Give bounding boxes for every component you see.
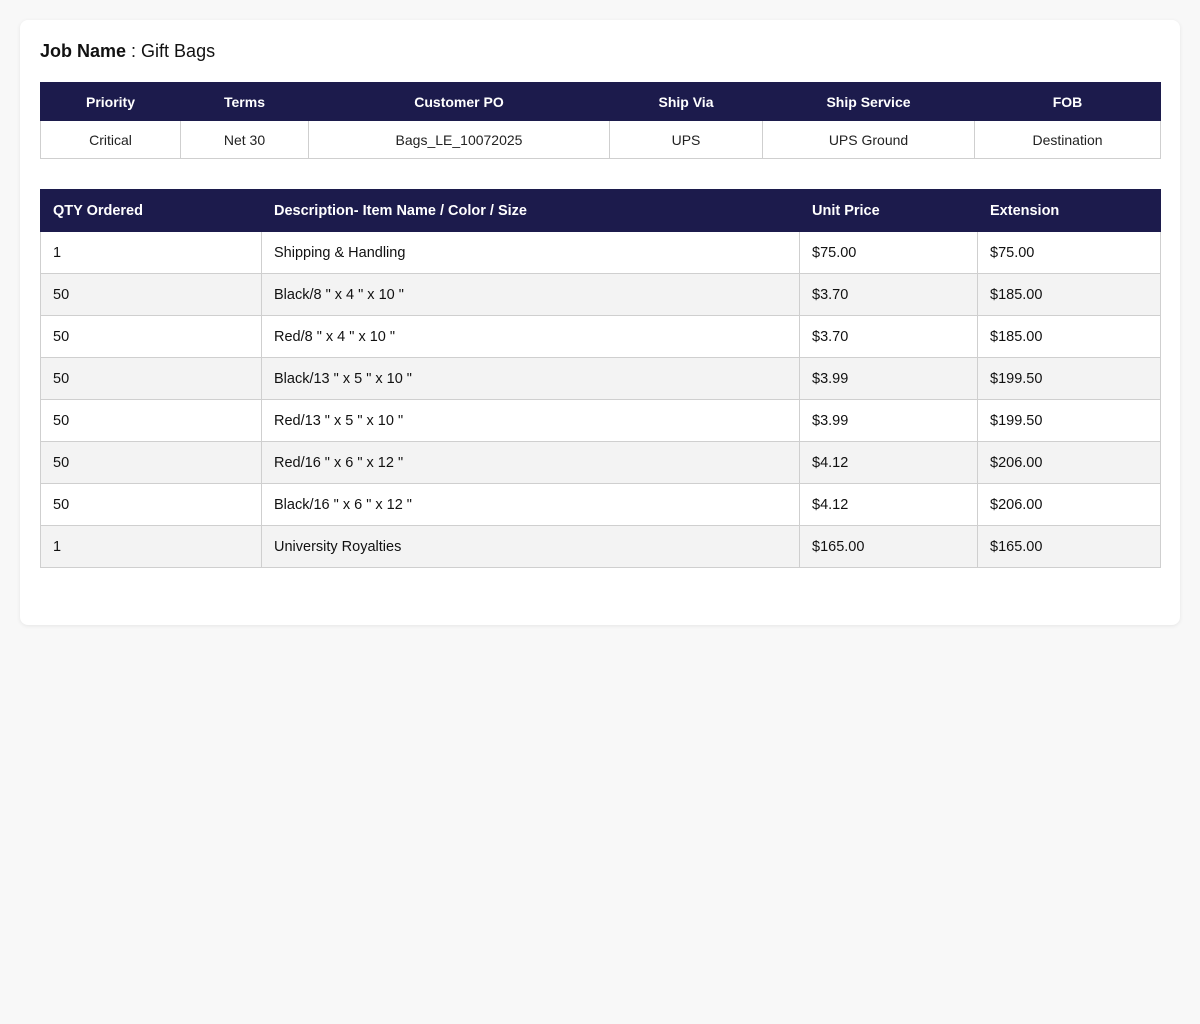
meta-header-ship-service: Ship Service — [762, 82, 975, 121]
job-name-separator: : — [126, 41, 142, 61]
table-row: 50 Red/16 " x 6 " x 12 " $4.12 $206.00 — [40, 441, 1161, 484]
meta-header-row: Priority Terms Customer PO Ship Via Ship… — [40, 82, 1161, 121]
meta-priority: Critical — [40, 120, 181, 159]
qty-cell: 50 — [40, 483, 262, 526]
description-cell: Black/16 " x 6 " x 12 " — [261, 483, 800, 526]
meta-header-priority: Priority — [40, 82, 181, 121]
table-row: 50 Black/16 " x 6 " x 12 " $4.12 $206.00 — [40, 483, 1161, 526]
header-qty-ordered: QTY Ordered — [40, 189, 262, 232]
qty-cell: 1 — [40, 525, 262, 568]
extension-cell: $206.00 — [977, 441, 1161, 484]
table-row: 1 University Royalties $165.00 $165.00 — [40, 525, 1161, 568]
meta-header-terms: Terms — [180, 82, 309, 121]
meta-ship-service: UPS Ground — [762, 120, 975, 159]
description-cell: Black/13 " x 5 " x 10 " — [261, 357, 800, 400]
qty-cell: 50 — [40, 273, 262, 316]
description-cell: Red/8 " x 4 " x 10 " — [261, 315, 800, 358]
unit-price-cell: $3.99 — [799, 357, 978, 400]
qty-cell: 50 — [40, 315, 262, 358]
description-cell: Shipping & Handling — [261, 231, 800, 274]
meta-terms: Net 30 — [180, 120, 309, 159]
table-row: 50 Red/13 " x 5 " x 10 " $3.99 $199.50 — [40, 399, 1161, 442]
unit-price-cell: $3.70 — [799, 273, 978, 316]
extension-cell: $199.50 — [977, 399, 1161, 442]
meta-fob: Destination — [974, 120, 1161, 159]
meta-ship-via: UPS — [609, 120, 763, 159]
job-name-label: Job Name — [40, 41, 127, 61]
qty-cell: 50 — [40, 399, 262, 442]
meta-header-fob: FOB — [974, 82, 1161, 121]
unit-price-cell: $165.00 — [799, 525, 978, 568]
line-items-table: QTY Ordered Description- Item Name / Col… — [40, 189, 1161, 568]
qty-cell: 50 — [40, 441, 262, 484]
header-extension: Extension — [977, 189, 1161, 232]
table-row: 50 Red/8 " x 4 " x 10 " $3.70 $185.00 — [40, 315, 1161, 358]
extension-cell: $199.50 — [977, 357, 1161, 400]
extension-cell: $185.00 — [977, 273, 1161, 316]
meta-customer-po: Bags_LE_10072025 — [308, 120, 610, 159]
unit-price-cell: $3.70 — [799, 315, 978, 358]
extension-cell: $165.00 — [977, 525, 1161, 568]
meta-header-customer-po: Customer PO — [308, 82, 610, 121]
table-row: 50 Black/13 " x 5 " x 10 " $3.99 $199.50 — [40, 357, 1161, 400]
description-cell: University Royalties — [261, 525, 800, 568]
order-meta-table: Priority Terms Customer PO Ship Via Ship… — [40, 82, 1161, 159]
header-unit-price: Unit Price — [799, 189, 978, 232]
job-name-value: Gift Bags — [141, 41, 216, 61]
meta-header-ship-via: Ship Via — [609, 82, 763, 121]
job-name-line: Job Name : Gift Bags — [40, 40, 1160, 62]
unit-price-cell: $4.12 — [799, 483, 978, 526]
extension-cell: $185.00 — [977, 315, 1161, 358]
table-row: 50 Black/8 " x 4 " x 10 " $3.70 $185.00 — [40, 273, 1161, 316]
meta-value-row: Critical Net 30 Bags_LE_10072025 UPS UPS… — [40, 120, 1161, 159]
qty-cell: 1 — [40, 231, 262, 274]
description-cell: Red/16 " x 6 " x 12 " — [261, 441, 800, 484]
items-header-row: QTY Ordered Description- Item Name / Col… — [40, 189, 1161, 232]
unit-price-cell: $3.99 — [799, 399, 978, 442]
qty-cell: 50 — [40, 357, 262, 400]
table-row: 1 Shipping & Handling $75.00 $75.00 — [40, 231, 1161, 274]
extension-cell: $206.00 — [977, 483, 1161, 526]
extension-cell: $75.00 — [977, 231, 1161, 274]
description-cell: Red/13 " x 5 " x 10 " — [261, 399, 800, 442]
unit-price-cell: $75.00 — [799, 231, 978, 274]
unit-price-cell: $4.12 — [799, 441, 978, 484]
order-card: Job Name : Gift Bags Priority Terms Cust… — [20, 20, 1180, 625]
description-cell: Black/8 " x 4 " x 10 " — [261, 273, 800, 316]
header-description: Description- Item Name / Color / Size — [261, 189, 800, 232]
